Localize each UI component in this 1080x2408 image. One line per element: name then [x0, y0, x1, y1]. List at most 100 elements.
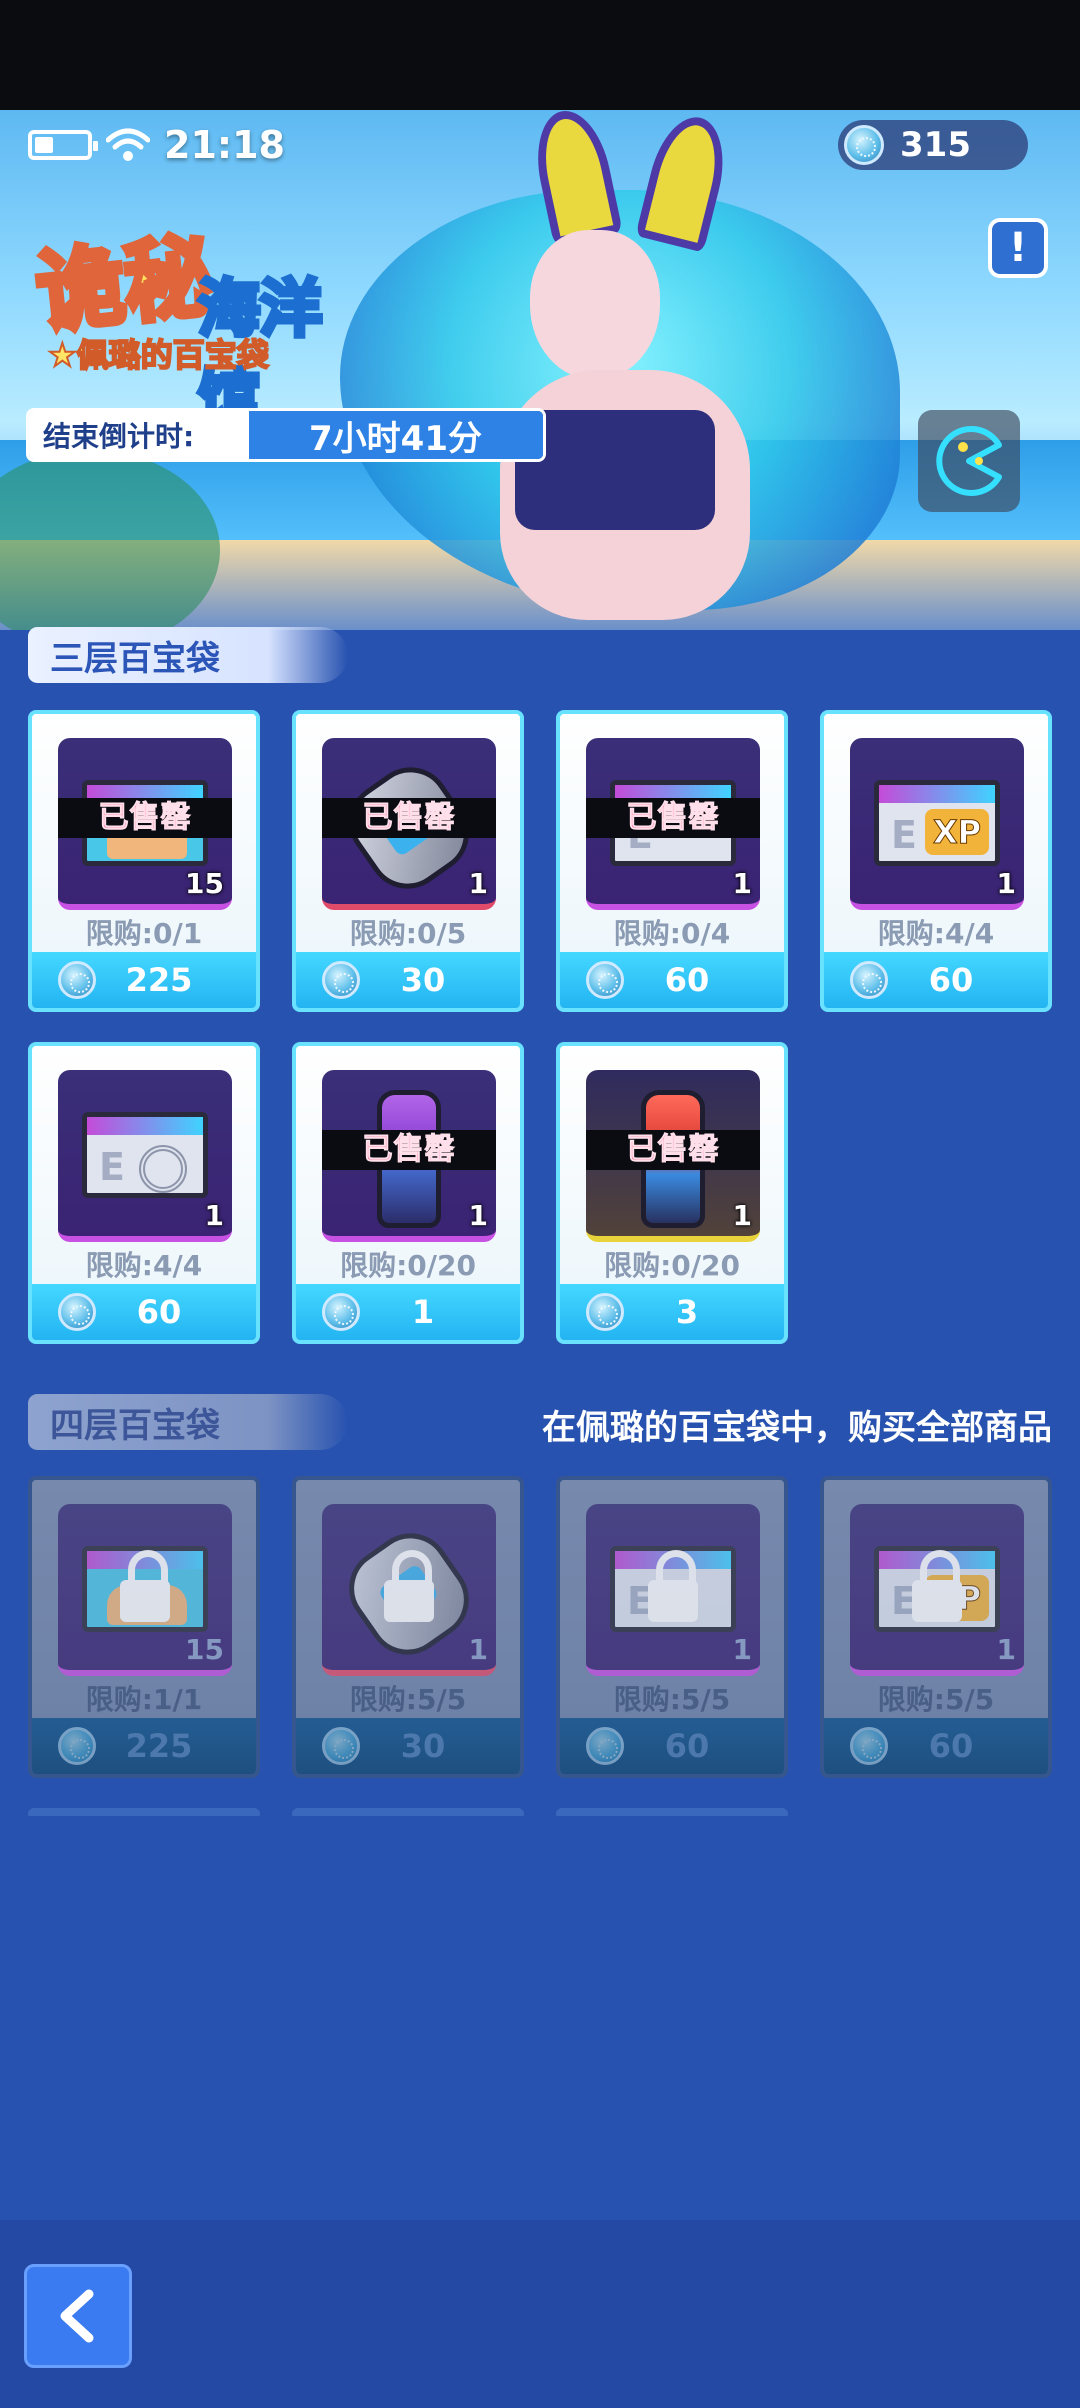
item-quantity: 1: [996, 1633, 1016, 1666]
sold-out-label: 已售罄: [586, 798, 760, 838]
bottom-bar: [0, 2220, 1080, 2408]
blue-coin-icon: [58, 1727, 96, 1765]
purchase-limit: 限购:0/1: [85, 917, 203, 950]
shop-item-purple-capsule[interactable]: 已售罄 1 限购:0/20 1: [292, 1042, 524, 1344]
price-button[interactable]: 60: [824, 952, 1048, 1008]
character-illustration: [300, 110, 920, 630]
purchase-limit: 限购:5/5: [613, 1683, 731, 1716]
item-quantity: 1: [468, 1199, 488, 1232]
item-image: E XP 1: [850, 1504, 1024, 1676]
price-button[interactable]: 3: [560, 1284, 784, 1340]
section-tab-tier3: 三层百宝袋: [28, 627, 348, 683]
purchase-limit: 限购:5/5: [877, 1683, 995, 1716]
item-quantity: 1: [996, 867, 1016, 900]
shop-item-xp-ticket[interactable]: E XP 1 限购:4/4 60: [820, 710, 1052, 1012]
item-image: 15: [58, 1504, 232, 1676]
item-quantity: 15: [185, 1633, 224, 1666]
shop-item-avatar-ticket-locked[interactable]: 15 限购:1/1 225: [28, 1476, 260, 1778]
battery-icon: [28, 130, 98, 160]
shop-item-avatar-ticket[interactable]: 已售罄 15 限购:0/1 225: [28, 710, 260, 1012]
item-image: 已售罄 1: [586, 1070, 760, 1242]
price-button[interactable]: 1: [296, 1284, 520, 1340]
purchase-limit: 限购:4/4: [877, 917, 995, 950]
shop-item-exp-ticket[interactable]: E 已售罄 1 限购:0/4 60: [556, 710, 788, 1012]
next-row-card-edge: [292, 1808, 524, 1816]
logo-subtitle: ★佩璐的百宝袋: [47, 335, 270, 375]
price-button[interactable]: 60: [824, 1718, 1048, 1774]
item-image: E XP 1: [850, 738, 1024, 910]
next-row-card-edge: [28, 1808, 260, 1816]
chat-button[interactable]: [918, 410, 1020, 512]
sold-out-label: 已售罄: [322, 1130, 496, 1170]
logo-title-line1: 诡秘: [29, 220, 221, 348]
item-image: E 1: [58, 1070, 232, 1242]
blue-coin-icon: [58, 1293, 96, 1331]
clock: 21:18: [164, 123, 285, 167]
back-button[interactable]: [24, 2264, 132, 2368]
purchase-limit: 限购:1/1: [85, 1683, 203, 1716]
price-button[interactable]: 60: [32, 1284, 256, 1340]
chevron-left-icon: [60, 2289, 94, 2343]
xp-ticket-icon: E XP: [874, 780, 1000, 866]
price-button[interactable]: 60: [560, 952, 784, 1008]
lock-icon: [648, 1550, 698, 1626]
sold-out-label: 已售罄: [322, 798, 496, 838]
blue-coin-icon: [850, 1727, 888, 1765]
item-quantity: 1: [732, 1633, 752, 1666]
item-grid-tier4: 15 限购:1/1 225 1 限购:5/5 30 E 1 限购:5/5 60: [28, 1476, 1054, 1778]
price-button[interactable]: 225: [32, 952, 256, 1008]
item-quantity: 1: [468, 1633, 488, 1666]
item-image: 已售罄 15: [58, 738, 232, 910]
wifi-icon: [106, 128, 150, 161]
price-button[interactable]: 30: [296, 1718, 520, 1774]
purchase-limit: 限购:0/20: [340, 1249, 476, 1282]
currency-display[interactable]: 315: [838, 120, 1028, 170]
price-button[interactable]: 60: [560, 1718, 784, 1774]
item-image: 已售罄 1: [322, 738, 496, 910]
price-button[interactable]: 30: [296, 952, 520, 1008]
event-logo: 诡秘 海洋馆 ★佩璐的百宝袋: [29, 200, 380, 437]
blue-coin-icon: [322, 1293, 360, 1331]
currency-amount: 315: [900, 125, 971, 165]
item-quantity: 1: [732, 1199, 752, 1232]
status-bar: 21:18: [28, 122, 285, 168]
shop-item-bandage-locked[interactable]: 1 限购:5/5 30: [292, 1476, 524, 1778]
countdown-label: 结束倒计时:: [29, 411, 249, 459]
countdown-timer: 结束倒计时: 7小时41分: [26, 408, 546, 462]
character-face: [530, 230, 660, 380]
purchase-limit: 限购:4/4: [85, 1249, 203, 1282]
price-button[interactable]: 225: [32, 1718, 256, 1774]
purchase-limit: 限购:0/20: [604, 1249, 740, 1282]
item-image: 1: [322, 1504, 496, 1676]
lock-icon: [384, 1550, 434, 1626]
info-button[interactable]: !: [988, 218, 1048, 278]
item-quantity: 15: [185, 867, 224, 900]
disc-ticket-icon: E: [82, 1112, 208, 1198]
shop-item-red-capsule[interactable]: 已售罄 1 限购:0/20 3: [556, 1042, 788, 1344]
lock-icon: [120, 1550, 170, 1626]
item-image: E 已售罄 1: [586, 738, 760, 910]
shop-item-exp-ticket-locked[interactable]: E 1 限购:5/5 60: [556, 1476, 788, 1778]
item-quantity: 1: [468, 867, 488, 900]
shop-item-xp-ticket-locked[interactable]: E XP 1 限购:5/5 60: [820, 1476, 1052, 1778]
section-tab-tier4: 四层百宝袋: [28, 1394, 348, 1450]
next-row-card-edge: [556, 1808, 788, 1816]
blue-coin-icon: [586, 1727, 624, 1765]
shop-item-disc-ticket[interactable]: E 1 限购:4/4 60: [28, 1042, 260, 1344]
unlock-requirement: 在佩璐的百宝袋中，购买全部商品: [542, 1408, 1052, 1448]
purchase-limit: 限购:5/5: [349, 1683, 467, 1716]
exclamation-icon: !: [1008, 225, 1028, 271]
sold-out-label: 已售罄: [586, 1130, 760, 1170]
shop-item-bandage[interactable]: 已售罄 1 限购:0/5 30: [292, 710, 524, 1012]
blue-coin-icon: [850, 961, 888, 999]
purchase-limit: 限购:0/5: [349, 917, 467, 950]
lock-icon: [912, 1550, 962, 1626]
blue-coin-icon: [322, 961, 360, 999]
purchase-limit: 限购:0/4: [613, 917, 731, 950]
sold-out-label: 已售罄: [58, 798, 232, 838]
blue-coin-icon: [58, 961, 96, 999]
countdown-value: 7小时41分: [249, 411, 543, 459]
blue-coin-icon: [586, 1293, 624, 1331]
item-quantity: 1: [732, 867, 752, 900]
blue-coin-icon: [322, 1727, 360, 1765]
